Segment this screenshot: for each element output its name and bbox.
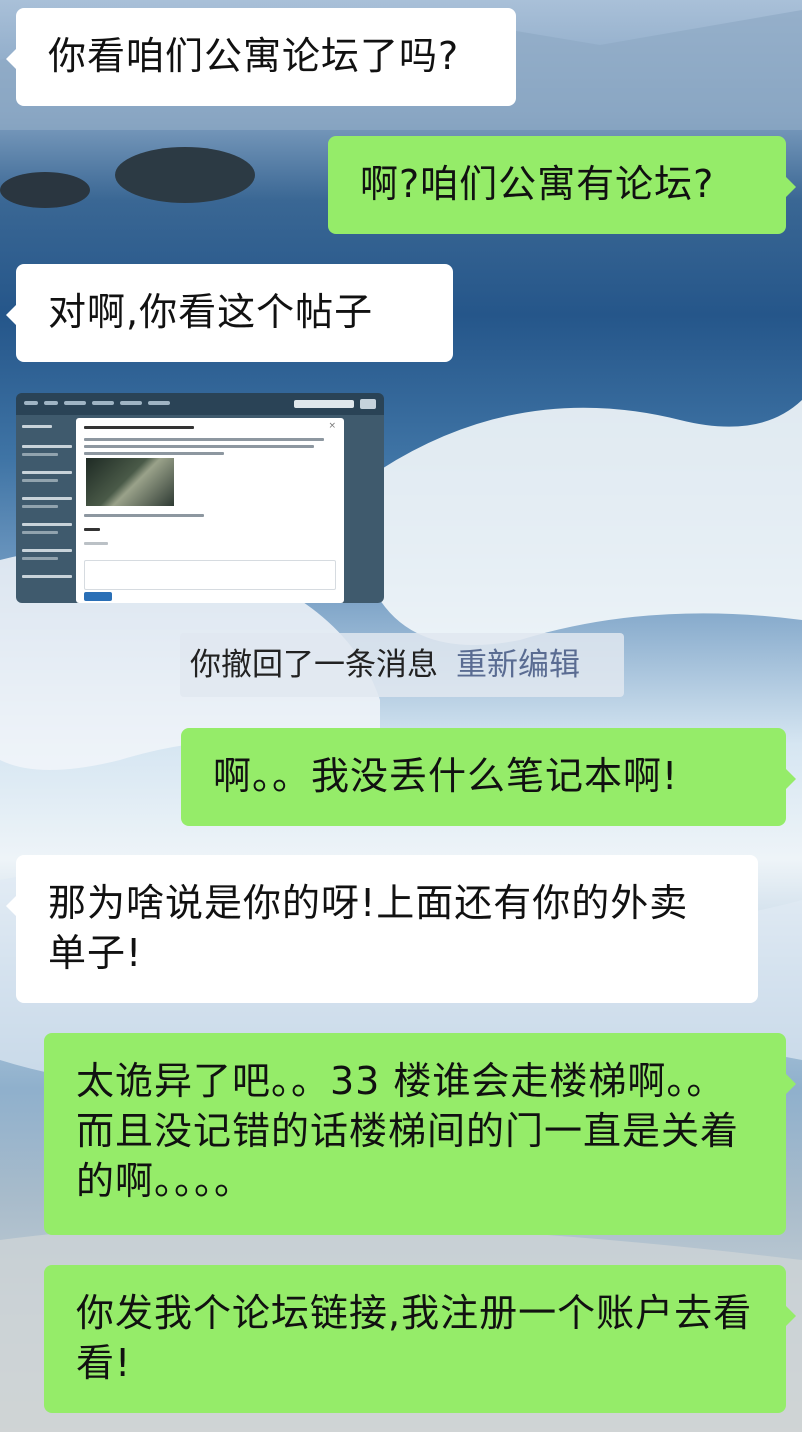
message-bubble-sent[interactable]: 啊?咱们公寓有论坛? [328,136,796,234]
message-text: 你看咱们公寓论坛了吗? [48,34,460,78]
message-bubble-sent[interactable]: 你发我个论坛链接,我注册一个账户去看看! [44,1265,796,1413]
message-text: 啊。。我没丢什么笔记本啊! [213,754,679,798]
reply-box [84,560,336,590]
message-text: 你发我个论坛链接,我注册一个账户去看看! [76,1291,753,1385]
notebook-photo [86,458,174,506]
recall-notice: 你撤回了一条消息 重新编辑 [180,633,624,697]
message-bubble-received[interactable]: 那为啥说是你的呀!上面还有你的外卖单子! [6,855,758,1003]
image-message-forum-screenshot[interactable]: × [16,393,384,603]
message-bubble-received[interactable]: 你看咱们公寓论坛了吗? [6,8,516,106]
message-bubble-sent[interactable]: 太诡异了吧。。33 楼谁会走楼梯啊。。而且没记错的话楼梯间的门一直是关着的啊。。… [44,1033,796,1235]
recall-text: 你撤回了一条消息 [190,647,438,683]
submit-button [84,592,112,601]
message-text: 对啊,你看这个帖子 [48,290,374,334]
message-bubble-received[interactable]: 对啊,你看这个帖子 [6,264,453,362]
message-text: 那为啥说是你的呀!上面还有你的外卖单子! [48,881,689,975]
forum-nav-bar [16,393,384,415]
message-text: 啊?咱们公寓有论坛? [360,162,715,206]
message-text: 太诡异了吧。。33 楼谁会走楼梯啊。。而且没记错的话楼梯间的门一直是关着的啊。。… [76,1059,740,1203]
close-icon: × [328,421,336,431]
message-bubble-sent[interactable]: 啊。。我没丢什么笔记本啊! [181,728,796,826]
re-edit-link[interactable]: 重新编辑 [456,647,580,683]
forum-post-modal: × [76,418,344,603]
